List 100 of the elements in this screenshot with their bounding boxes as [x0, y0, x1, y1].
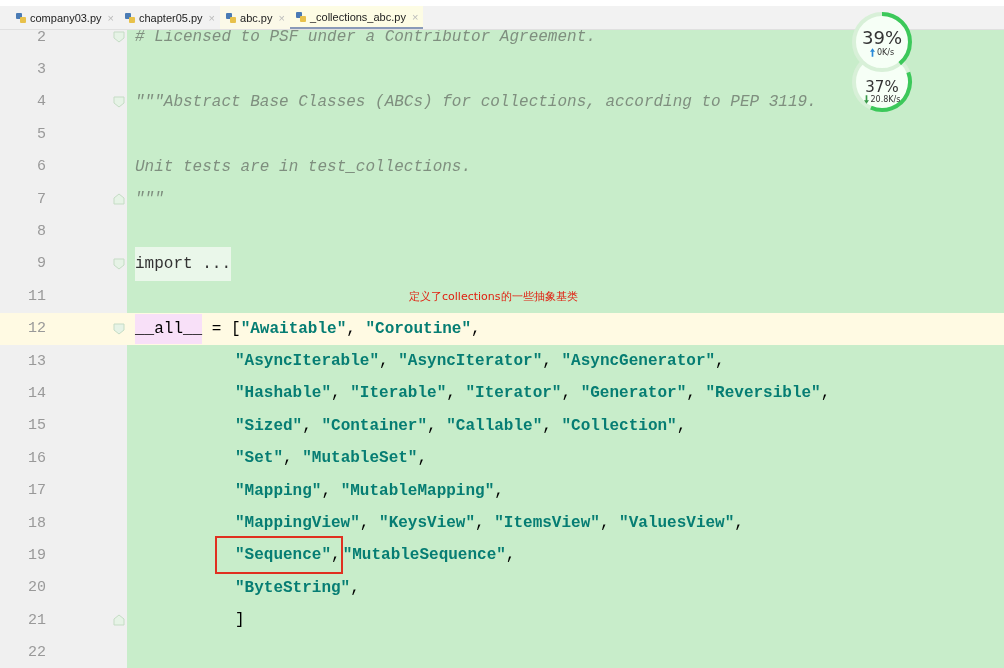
- code-text: = [: [210, 319, 241, 338]
- string-literal: "ValuesView": [619, 514, 735, 533]
- speed-text: 20.8K/s: [870, 95, 901, 104]
- fold-marker-icon[interactable]: [113, 257, 125, 270]
- usage-percent: 39%: [862, 27, 902, 48]
- code-text: ,: [283, 449, 294, 468]
- docstring-text: Unit tests are in test_collections.: [135, 157, 472, 176]
- line-number: 19: [27, 546, 46, 564]
- code-text: ,: [346, 319, 357, 338]
- string-literal: "KeysView": [379, 514, 476, 533]
- string-literal: "Iterable": [350, 384, 447, 403]
- code-text: ,: [359, 514, 371, 533]
- code-text: ,: [446, 384, 457, 403]
- code-text: ,: [561, 384, 573, 403]
- string-literal: "Hashable": [235, 384, 331, 403]
- line-number: 22: [27, 644, 46, 662]
- fold-marker-icon[interactable]: [113, 193, 125, 206]
- string-literal: "AsyncGenerator": [561, 352, 716, 371]
- line-number: 21: [27, 611, 46, 629]
- line-number: 5: [36, 125, 46, 143]
- speed-monitor-widget[interactable]: 39% 0K/s 37% 20.8K/s: [850, 10, 914, 108]
- string-literal: "Container": [321, 416, 428, 435]
- upload-arrow-icon: [869, 48, 875, 57]
- string-literal: "Generator": [580, 384, 687, 403]
- code-comment: # Licensed to PSF under a Contributor Agreement.: [135, 30, 596, 47]
- code-text: ,: [331, 546, 341, 565]
- fold-marker-icon[interactable]: [113, 614, 125, 627]
- code-text: ,: [542, 352, 553, 371]
- code-text: ,: [599, 514, 611, 533]
- string-literal: "Set": [235, 449, 283, 468]
- string-literal: "MutableSet": [302, 449, 418, 468]
- string-literal: "Coroutine": [365, 319, 472, 338]
- string-literal: "Mapping": [235, 481, 322, 500]
- string-literal: "MutableSequence": [342, 546, 506, 565]
- line-number: 11: [27, 287, 46, 305]
- line-number: 12: [27, 320, 46, 338]
- code-text: ,: [734, 514, 744, 533]
- code-text: ,: [427, 416, 438, 435]
- python-file-icon: [15, 11, 27, 24]
- code-text: ,: [417, 449, 428, 468]
- string-literal: "Callable": [446, 416, 543, 435]
- string-literal: "Reversible": [705, 384, 821, 403]
- string-literal: "ItemsView": [494, 514, 600, 533]
- editor-tab[interactable]: abc.py ×: [220, 6, 290, 29]
- usage-percent: 37%: [865, 78, 899, 95]
- code-text: ,: [505, 546, 516, 565]
- string-literal: "Iterator": [465, 384, 562, 403]
- line-number: 8: [36, 223, 46, 241]
- code-text: ,: [350, 578, 360, 597]
- code-text: ,: [379, 352, 390, 371]
- code-text: ,: [471, 319, 481, 338]
- line-number: 4: [36, 93, 46, 111]
- fold-marker-icon[interactable]: [113, 31, 125, 44]
- string-literal: "Sized": [235, 416, 303, 435]
- string-literal: "MappingView": [235, 514, 360, 533]
- line-number: 3: [36, 61, 46, 79]
- code-text: ,: [331, 384, 342, 403]
- python-file-icon: [124, 11, 136, 24]
- code-text: ,: [475, 514, 486, 533]
- tab-label: company03.py: [30, 11, 102, 24]
- string-literal: "ByteString": [235, 578, 351, 597]
- code-text: ,: [820, 384, 831, 403]
- string-literal: "AsyncIterable": [235, 352, 380, 371]
- line-number: 9: [36, 255, 46, 273]
- speed-text: 0K/s: [876, 48, 895, 57]
- editor-tab[interactable]: chapter05.py ×: [119, 6, 221, 29]
- annotation-text: 定义了collections的一些抽象基类: [409, 288, 578, 304]
- code-text: ,: [494, 481, 504, 500]
- line-number: 6: [36, 158, 46, 176]
- code-text: ,: [302, 416, 313, 435]
- docstring-text: """: [135, 190, 164, 209]
- tab-label: abc.py: [240, 11, 273, 24]
- python-file-icon: [294, 10, 307, 23]
- tab-label: _collections_abc.py: [309, 10, 406, 23]
- code-text: ]: [235, 611, 245, 630]
- string-literal: "Collection": [561, 416, 677, 435]
- line-number: 7: [36, 190, 46, 208]
- dunder-name: __all__: [135, 313, 203, 344]
- string-literal: "MutableMapping": [340, 481, 495, 500]
- line-number: 20: [27, 579, 46, 597]
- folded-code: import ...: [135, 246, 231, 281]
- string-literal: "Awaitable": [240, 319, 347, 338]
- string-literal: "AsyncIterator": [398, 352, 543, 371]
- line-number: 14: [27, 385, 46, 402]
- line-number: 15: [27, 417, 46, 435]
- tab-label: chapter05.py: [139, 11, 203, 24]
- code-text: ,: [676, 416, 687, 435]
- line-number: 17: [27, 482, 46, 500]
- download-arrow-icon: [863, 95, 869, 104]
- fold-marker-icon[interactable]: [113, 322, 125, 335]
- line-number: 2: [36, 30, 46, 46]
- code-text: ,: [715, 352, 725, 371]
- line-number: 13: [27, 352, 46, 370]
- string-literal: "Sequence": [235, 546, 331, 565]
- line-number: 18: [27, 514, 46, 532]
- editor-tab[interactable]: _collections_abc.py ×: [289, 6, 424, 29]
- line-number: 16: [27, 449, 46, 467]
- fold-marker-icon[interactable]: [113, 95, 125, 108]
- editor-tab[interactable]: company03.py ×: [10, 6, 119, 29]
- code-text: ,: [321, 481, 333, 500]
